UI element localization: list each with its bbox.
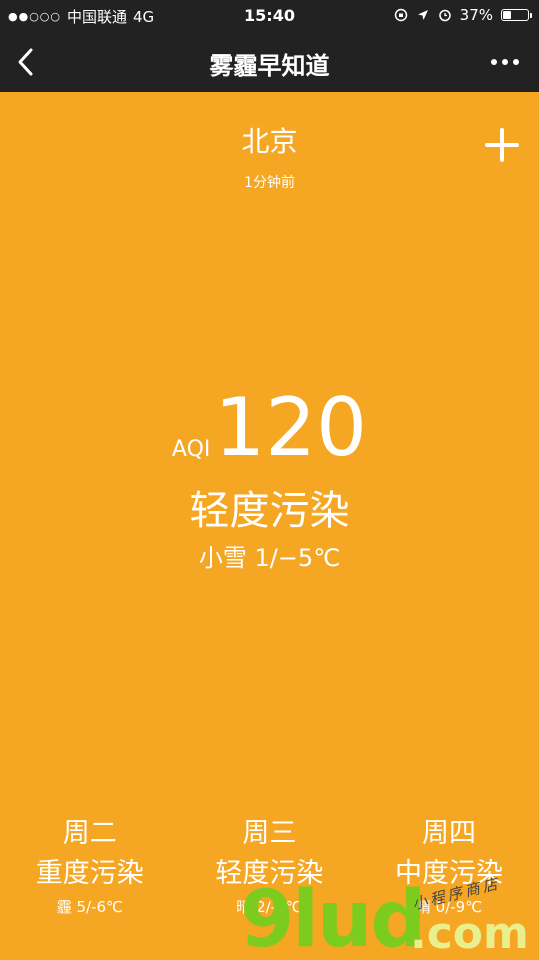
- battery-percent: 37%: [459, 6, 493, 24]
- plus-icon: [485, 128, 519, 162]
- forecast-day-3[interactable]: 周四 中度污染 晴 0/-9℃: [359, 816, 539, 917]
- aqi-label: AQI: [171, 437, 211, 462]
- forecast-day-2[interactable]: 周三 轻度污染 晴 2/-5℃: [180, 816, 360, 917]
- forecast-weather: 晴 0/-9℃: [415, 898, 483, 916]
- orientation-lock-icon: [394, 8, 408, 22]
- more-dot: [513, 59, 519, 65]
- forecast-level: 重度污染: [35, 858, 144, 889]
- forecast-level: 中度污染: [394, 858, 503, 889]
- battery-level: [503, 11, 511, 19]
- aqi-value: 120: [214, 381, 368, 474]
- chevron-left-icon: [18, 48, 33, 76]
- forecast-level: 轻度污染: [215, 858, 324, 889]
- status-right: 37%: [394, 6, 532, 24]
- alarm-clock-icon: [438, 8, 452, 22]
- pollution-level: 轻度污染: [189, 488, 350, 534]
- location-arrow-icon: [416, 8, 430, 22]
- aqi-display: AQI 120: [0, 388, 539, 468]
- updated-time: 1分钟前: [244, 175, 295, 191]
- forecast-weekday: 周三: [242, 818, 297, 849]
- forecast-weekday: 周四: [421, 818, 476, 849]
- more-button[interactable]: [481, 46, 529, 78]
- page-title: 雾霾早知道: [209, 52, 330, 80]
- app-screen: ●●○○○ 中国联通 4G 15:40 37% 雾霾早知道 北京 1分钟前 AQ…: [0, 0, 539, 960]
- current-weather: 小雪 1/−5℃: [198, 544, 341, 572]
- back-button[interactable]: [8, 42, 44, 82]
- status-bar: ●●○○○ 中国联通 4G 15:40 37%: [0, 0, 539, 32]
- battery-icon: [501, 9, 532, 21]
- forecast-weekday: 周二: [62, 818, 117, 849]
- forecast-weather: 晴 2/-5℃: [236, 898, 303, 916]
- city-name[interactable]: 北京: [0, 120, 539, 160]
- more-dot: [502, 59, 508, 65]
- add-city-button[interactable]: [483, 126, 521, 164]
- more-dots-icon: [491, 59, 497, 65]
- forecast-weather: 霾 5/-6℃: [56, 898, 123, 916]
- nav-bar: 雾霾早知道: [0, 32, 539, 92]
- city-header: 北京 1分钟前: [0, 120, 539, 192]
- forecast-row: 周二 重度污染 霾 5/-6℃ 周三 轻度污染 晴 2/-5℃ 周四 中度污染 …: [0, 816, 539, 917]
- forecast-day-1[interactable]: 周二 重度污染 霾 5/-6℃: [0, 816, 180, 917]
